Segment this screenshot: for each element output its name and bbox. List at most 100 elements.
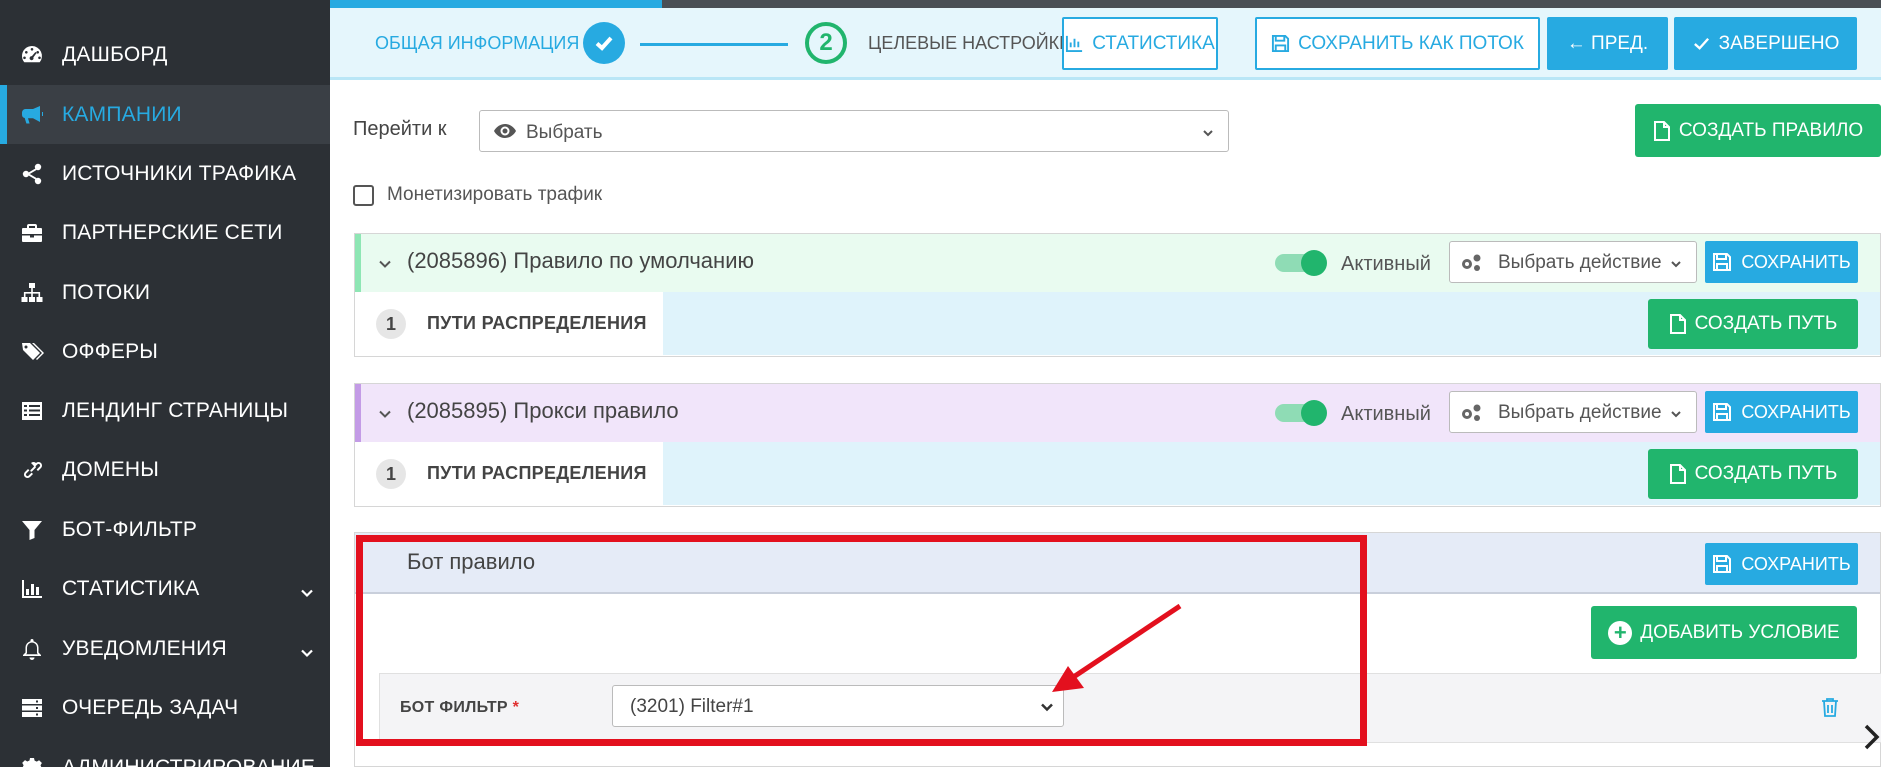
bot-filter-label: БОТ ФИЛЬТР *: [400, 699, 519, 717]
rule-title: (2085895) Прокси правило: [407, 398, 679, 423]
check-icon: [583, 22, 625, 64]
rule-header[interactable]: (2085896) Правило по умолчанию Активный …: [355, 234, 1880, 292]
chevron-down-icon[interactable]: [378, 257, 392, 271]
sidebar-item-label: ИСТОЧНИКИ ТРАФИКА: [62, 161, 297, 185]
sidebar-item-label: БОТ-ФИЛЬТР: [62, 517, 198, 541]
create-rule-button[interactable]: СОЗДАТЬ ПРАВИЛО: [1635, 104, 1881, 157]
sidebar-item-label: ЛЕНДИНГ СТРАНИЦЫ: [62, 398, 289, 422]
create-path-label: СОЗДАТЬ ПУТЬ: [1694, 313, 1838, 334]
rule-action-placeholder: Выбрать действие: [1498, 252, 1662, 273]
rule-save-label: СОХРАНИТЬ: [1741, 401, 1851, 422]
goto-select-value: Выбрать: [526, 122, 603, 143]
sidebar-item-label: СТАТИСТИКА: [62, 576, 200, 600]
statistics-button[interactable]: СТАТИСТИКА: [1062, 17, 1218, 70]
sidebar-item-offers[interactable]: ОФФЕРЫ: [0, 322, 330, 381]
gears-icon: [19, 755, 45, 767]
chevron-down-icon: [1670, 407, 1682, 419]
rule-action-select[interactable]: Выбрать действие: [1449, 391, 1697, 433]
file-icon: [1669, 464, 1686, 484]
save-as-flow-label: СОХРАНИТЬ КАК ПОТОК: [1298, 32, 1524, 54]
chevron-right-icon[interactable]: [1862, 723, 1881, 751]
megaphone-icon: [19, 102, 45, 128]
bot-filter-select[interactable]: (3201) Filter#1: [612, 685, 1064, 727]
rule-header[interactable]: (2085895) Прокси правило Активный Выбрат…: [355, 384, 1880, 442]
sidebar-item-label: ОЧЕРЕДЬ ЗАДАЧ: [62, 695, 239, 719]
bot-rule-title: Бот правило: [407, 549, 536, 574]
sidebar-item-dashboard[interactable]: ДАШБОРД: [0, 25, 330, 84]
chevron-down-icon: [1040, 700, 1054, 714]
server-icon: [19, 695, 45, 721]
sidebar-item-affiliate-networks[interactable]: ПАРТНЕРСКИЕ СЕТИ: [0, 203, 330, 262]
sidebar-item-label: ПОТОКИ: [62, 280, 151, 304]
prev-button-label: ← ПРЕД.: [1566, 32, 1649, 54]
sidebar-item-traffic-sources[interactable]: ИСТОЧНИКИ ТРАФИКА: [0, 144, 330, 203]
paths-tab[interactable]: 1 ПУТИ РАСПРЕДЕЛЕНИЯ: [355, 442, 663, 505]
sidebar-item-administration[interactable]: АДМИНИСТРИРОВАНИЕ: [0, 738, 330, 767]
rule-panel-default: (2085896) Правило по умолчанию Активный …: [354, 233, 1881, 357]
chevron-down-icon: [1670, 257, 1682, 269]
sidebar-item-campaigns[interactable]: КАМПАНИИ: [0, 85, 330, 144]
rule-title: (2085896) Правило по умолчанию: [407, 248, 754, 273]
prev-button[interactable]: ← ПРЕД.: [1547, 17, 1668, 70]
rule-active-toggle[interactable]: [1275, 250, 1327, 276]
rule-save-button[interactable]: СОХРАНИТЬ: [1705, 391, 1858, 433]
wizard-progress-fill: [330, 0, 662, 8]
rule-paths-bar: 1 ПУТИ РАСПРЕДЕЛЕНИЯ СОЗДАТЬ ПУТЬ: [355, 442, 1880, 505]
sidebar-item-bot-filter[interactable]: БОТ-ФИЛЬТР: [0, 500, 330, 559]
paths-tab[interactable]: 1 ПУТИ РАСПРЕДЕЛЕНИЯ: [355, 292, 663, 355]
sidebar-item-domains[interactable]: ДОМЕНЫ: [0, 440, 330, 499]
bot-rule-panel: Бот правило СОХРАНИТЬ + ДОБАВИТЬ УСЛОВИЕ…: [354, 532, 1881, 767]
sidebar-item-task-queue[interactable]: ОЧЕРЕДЬ ЗАДАЧ: [0, 678, 330, 737]
wizard-header: ОБЩАЯ ИНФОРМАЦИЯ 2 ЦЕЛЕВЫЕ НАСТРОЙКИ СТА…: [330, 8, 1881, 80]
chevron-down-icon: [300, 582, 314, 597]
save-as-flow-button[interactable]: СОХРАНИТЬ КАК ПОТОК: [1255, 17, 1540, 70]
rule-status-label: Активный: [1341, 403, 1431, 425]
sitemap-icon: [19, 280, 45, 306]
bar-chart-icon: [19, 576, 45, 602]
check-icon: [1693, 37, 1709, 50]
floppy-icon: [1713, 253, 1732, 271]
rule-save-button[interactable]: СОХРАНИТЬ: [1705, 241, 1858, 283]
file-icon: [1653, 120, 1670, 141]
sidebar-item-label: УВЕДОМЛЕНИЯ: [62, 636, 227, 660]
create-path-button[interactable]: СОЗДАТЬ ПУТЬ: [1648, 449, 1858, 499]
wizard-step-target-settings[interactable]: ЦЕЛЕВЫЕ НАСТРОЙКИ: [868, 33, 1072, 54]
eye-icon: [493, 121, 517, 141]
goto-select[interactable]: Выбрать: [479, 110, 1229, 152]
sidebar-item-flows[interactable]: ПОТОКИ: [0, 263, 330, 322]
bot-filter-label-text: БОТ ФИЛЬТР: [400, 699, 508, 716]
rule-active-toggle[interactable]: [1275, 400, 1327, 426]
floppy-icon: [1713, 403, 1732, 421]
create-path-button[interactable]: СОЗДАТЬ ПУТЬ: [1648, 299, 1858, 349]
bot-rule-save-button[interactable]: СОХРАНИТЬ: [1705, 543, 1858, 585]
file-icon: [1669, 314, 1686, 334]
chevron-down-icon[interactable]: [378, 407, 392, 421]
rule-action-placeholder: Выбрать действие: [1498, 402, 1662, 423]
rule-action-select[interactable]: Выбрать действие: [1449, 241, 1697, 283]
condition-row: БОТ ФИЛЬТР * (3201) Filter#1: [379, 673, 1881, 743]
sidebar-item-landing-pages[interactable]: ЛЕНДИНГ СТРАНИЦЫ: [0, 381, 330, 440]
create-rule-label: СОЗДАТЬ ПРАВИЛО: [1678, 119, 1864, 141]
tags-icon: [19, 339, 45, 365]
bar-chart-icon: [1066, 35, 1083, 53]
monetize-traffic-label[interactable]: Монетизировать трафик: [387, 184, 602, 206]
add-condition-button[interactable]: + ДОБАВИТЬ УСЛОВИЕ: [1591, 606, 1857, 659]
rule-save-label: СОХРАНИТЬ: [1741, 251, 1851, 272]
sidebar-item-label: ОФФЕРЫ: [62, 339, 159, 363]
sidebar-item-label: ДОМЕНЫ: [62, 457, 160, 481]
sidebar-item-label: ДАШБОРД: [62, 42, 168, 66]
sidebar-item-notifications[interactable]: УВЕДОМЛЕНИЯ: [0, 619, 330, 678]
trash-icon[interactable]: [1821, 697, 1839, 717]
done-button[interactable]: ЗАВЕРШЕНО: [1674, 17, 1857, 70]
chevron-down-icon: [1202, 126, 1214, 138]
required-mark: *: [512, 699, 520, 716]
chevron-down-icon: [300, 761, 314, 767]
list-icon: [19, 398, 45, 424]
goto-label: Перейти к: [353, 118, 447, 140]
gears-icon: [1459, 253, 1483, 273]
floppy-icon: [1272, 34, 1290, 53]
add-condition-label: ДОБАВИТЬ УСЛОВИЕ: [1640, 621, 1840, 643]
wizard-step-general-info[interactable]: ОБЩАЯ ИНФОРМАЦИЯ: [375, 33, 579, 54]
monetize-traffic-checkbox[interactable]: [353, 185, 374, 206]
sidebar-item-statistics[interactable]: СТАТИСТИКА: [0, 559, 330, 618]
